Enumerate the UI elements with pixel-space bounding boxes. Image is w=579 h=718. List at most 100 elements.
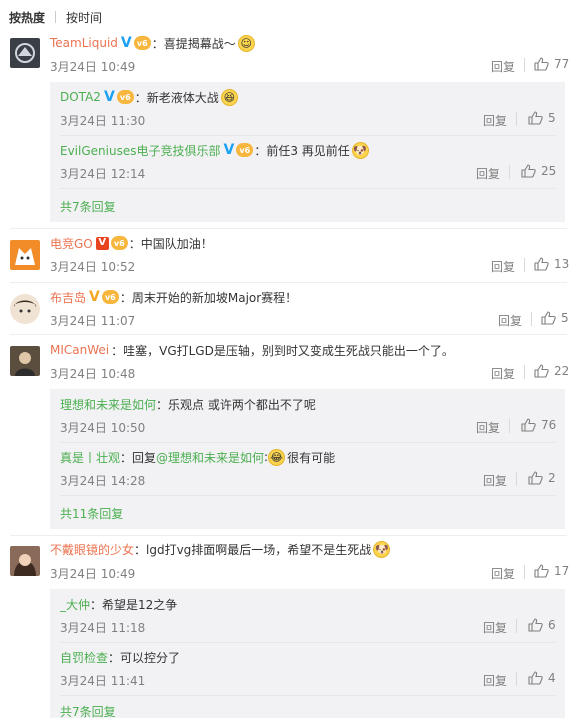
like-button[interactable]: 76 bbox=[521, 418, 556, 432]
thumbs-up-icon bbox=[528, 671, 543, 685]
reply-text: ：前任3 再见前任 bbox=[254, 143, 350, 158]
comment-text: ：lgd打vg排面啊最后一场，希望不是生死战 bbox=[134, 542, 372, 557]
comment-author[interactable]: 不戴眼镜的少女 bbox=[50, 541, 134, 558]
avatar[interactable] bbox=[10, 346, 40, 376]
verified-red-icon: V bbox=[95, 236, 109, 250]
avatar[interactable] bbox=[10, 38, 40, 68]
reply-button[interactable]: 回复 bbox=[491, 258, 515, 275]
avatar[interactable] bbox=[10, 240, 40, 270]
reply-button[interactable]: 回复 bbox=[483, 619, 507, 636]
verified-blue-icon: V bbox=[120, 35, 132, 51]
comment-time: 3月24日 11:07 bbox=[50, 314, 136, 328]
reply-author[interactable]: 自罚检查 bbox=[60, 649, 108, 666]
reply-button[interactable]: 回复 bbox=[476, 419, 500, 436]
action-separator bbox=[524, 58, 525, 72]
comment-author[interactable]: TeamLiquid bbox=[50, 36, 118, 50]
reply-divider bbox=[60, 642, 555, 643]
reply-button[interactable]: 回复 bbox=[483, 112, 507, 129]
thumbs-up-icon bbox=[534, 257, 549, 271]
avatar[interactable] bbox=[10, 294, 40, 324]
thumbs-up-icon bbox=[521, 164, 536, 178]
comment-author[interactable]: 电竞GO bbox=[50, 235, 93, 252]
thumbs-up-icon bbox=[528, 111, 543, 125]
reply-button[interactable]: 回复 bbox=[491, 365, 515, 382]
comment-text: ：周末开始的新加坡Major赛程！ bbox=[119, 290, 298, 305]
like-count: 5 bbox=[548, 111, 556, 125]
more-replies-link[interactable]: 共7条回复 bbox=[60, 703, 116, 718]
action-separator bbox=[531, 312, 532, 326]
comment-time: 3月24日 10:49 bbox=[50, 60, 136, 74]
clap-emoji-icon: ☺ bbox=[237, 34, 255, 52]
comment-text: ：哇塞，VG打LGD是压轴，别到时又变成生死战只能出一个了。 bbox=[111, 343, 454, 358]
like-count: 76 bbox=[541, 418, 557, 432]
thumbs-up-icon bbox=[528, 471, 543, 485]
reply-button[interactable]: 回复 bbox=[483, 672, 507, 689]
comment-text: ：喜提揭幕战～ bbox=[151, 36, 236, 51]
action-separator bbox=[516, 619, 517, 633]
vip-badge-icon: v6 bbox=[101, 290, 119, 304]
thumbs-up-icon bbox=[534, 364, 549, 378]
reply-button[interactable]: 回复 bbox=[491, 58, 515, 75]
reply-author[interactable]: DOTA2 bbox=[60, 90, 101, 104]
reply-author[interactable]: _大仲 bbox=[60, 596, 90, 613]
reply-divider bbox=[60, 442, 555, 443]
like-button[interactable]: 17 bbox=[534, 564, 569, 578]
sort-by-time[interactable]: 按时间 bbox=[66, 9, 102, 26]
reply-time: 3月24日 11:30 bbox=[60, 114, 146, 128]
thumbs-up-icon bbox=[534, 564, 549, 578]
comment-time: 3月24日 10:49 bbox=[50, 567, 136, 581]
like-count: 6 bbox=[548, 618, 556, 632]
verified-blue-icon: V bbox=[103, 89, 115, 105]
comment-divider bbox=[10, 228, 567, 229]
reply-button[interactable]: 回复 bbox=[476, 165, 500, 182]
reply-button[interactable]: 回复 bbox=[483, 472, 507, 489]
like-button[interactable]: 5 bbox=[528, 111, 556, 125]
thumbs-up-icon bbox=[521, 418, 536, 432]
reply-text: ：回复 bbox=[120, 450, 157, 465]
action-separator bbox=[516, 672, 517, 686]
verified-gold-icon: V bbox=[89, 289, 100, 305]
reply-time: 3月24日 10:50 bbox=[60, 421, 146, 435]
reply-button[interactable]: 回复 bbox=[498, 312, 522, 329]
reply-mention[interactable]: @理想和未来是如何 bbox=[156, 449, 264, 466]
thumbs-up-icon bbox=[534, 57, 549, 71]
more-replies-link[interactable]: 共7条回复 bbox=[60, 198, 116, 215]
reply-divider bbox=[60, 135, 555, 136]
comment-time: 3月24日 10:48 bbox=[50, 367, 136, 381]
like-count: 77 bbox=[554, 57, 570, 71]
reply-list: 理想和未来是如何 ：乐观点 或许两个都出不了呢 3月24日 10:50 回复 7… bbox=[50, 389, 565, 529]
reply-author[interactable]: EvilGeniuses电子竞技俱乐部 bbox=[60, 142, 220, 159]
reply-author[interactable]: 真是丨壮观 bbox=[60, 449, 120, 466]
reply-divider bbox=[60, 188, 555, 189]
comment-divider bbox=[10, 334, 567, 335]
reply-list: DOTA2 V v6 ：新老液体大战 😆 3月24日 11:30 回复 5 Ev… bbox=[50, 82, 565, 222]
like-button[interactable]: 6 bbox=[528, 618, 556, 632]
avatar[interactable] bbox=[10, 546, 40, 576]
comment-time: 3月24日 10:52 bbox=[50, 260, 136, 274]
like-button[interactable]: 13 bbox=[534, 257, 569, 271]
thumbs-up-icon bbox=[528, 618, 543, 632]
reply-list: _大仲 ：希望是12之争 3月24日 11:18 回复 6 自罚检查 ：可以控分… bbox=[50, 589, 565, 718]
more-replies-link[interactable]: 共11条回复 bbox=[60, 505, 123, 522]
sort-separator bbox=[55, 11, 57, 23]
reply-time: 3月24日 12:14 bbox=[60, 167, 146, 181]
comment-author[interactable]: MICanWei bbox=[50, 343, 109, 357]
reply-text: ：乐观点 或许两个都出不了呢 bbox=[156, 397, 316, 412]
like-button[interactable]: 22 bbox=[534, 364, 569, 378]
reply-button[interactable]: 回复 bbox=[491, 565, 515, 582]
like-button[interactable]: 25 bbox=[521, 164, 556, 178]
comment-divider bbox=[10, 282, 567, 283]
comment-author[interactable]: 布吉岛 bbox=[50, 289, 86, 306]
comment-text: ：中国队加油！ bbox=[128, 236, 213, 251]
reply-time: 3月24日 11:41 bbox=[60, 674, 146, 688]
like-button[interactable]: 77 bbox=[534, 57, 569, 71]
reply-author[interactable]: 理想和未来是如何 bbox=[60, 396, 156, 413]
sort-by-hot[interactable]: 按热度 bbox=[9, 9, 45, 26]
reply-text: ：希望是12之争 bbox=[90, 597, 178, 612]
like-count: 17 bbox=[554, 564, 570, 578]
like-button[interactable]: 5 bbox=[541, 311, 569, 325]
like-button[interactable]: 4 bbox=[528, 671, 556, 685]
reply-divider bbox=[60, 695, 555, 696]
like-button[interactable]: 2 bbox=[528, 471, 556, 485]
reply-text: ：新老液体大战 bbox=[134, 90, 219, 105]
